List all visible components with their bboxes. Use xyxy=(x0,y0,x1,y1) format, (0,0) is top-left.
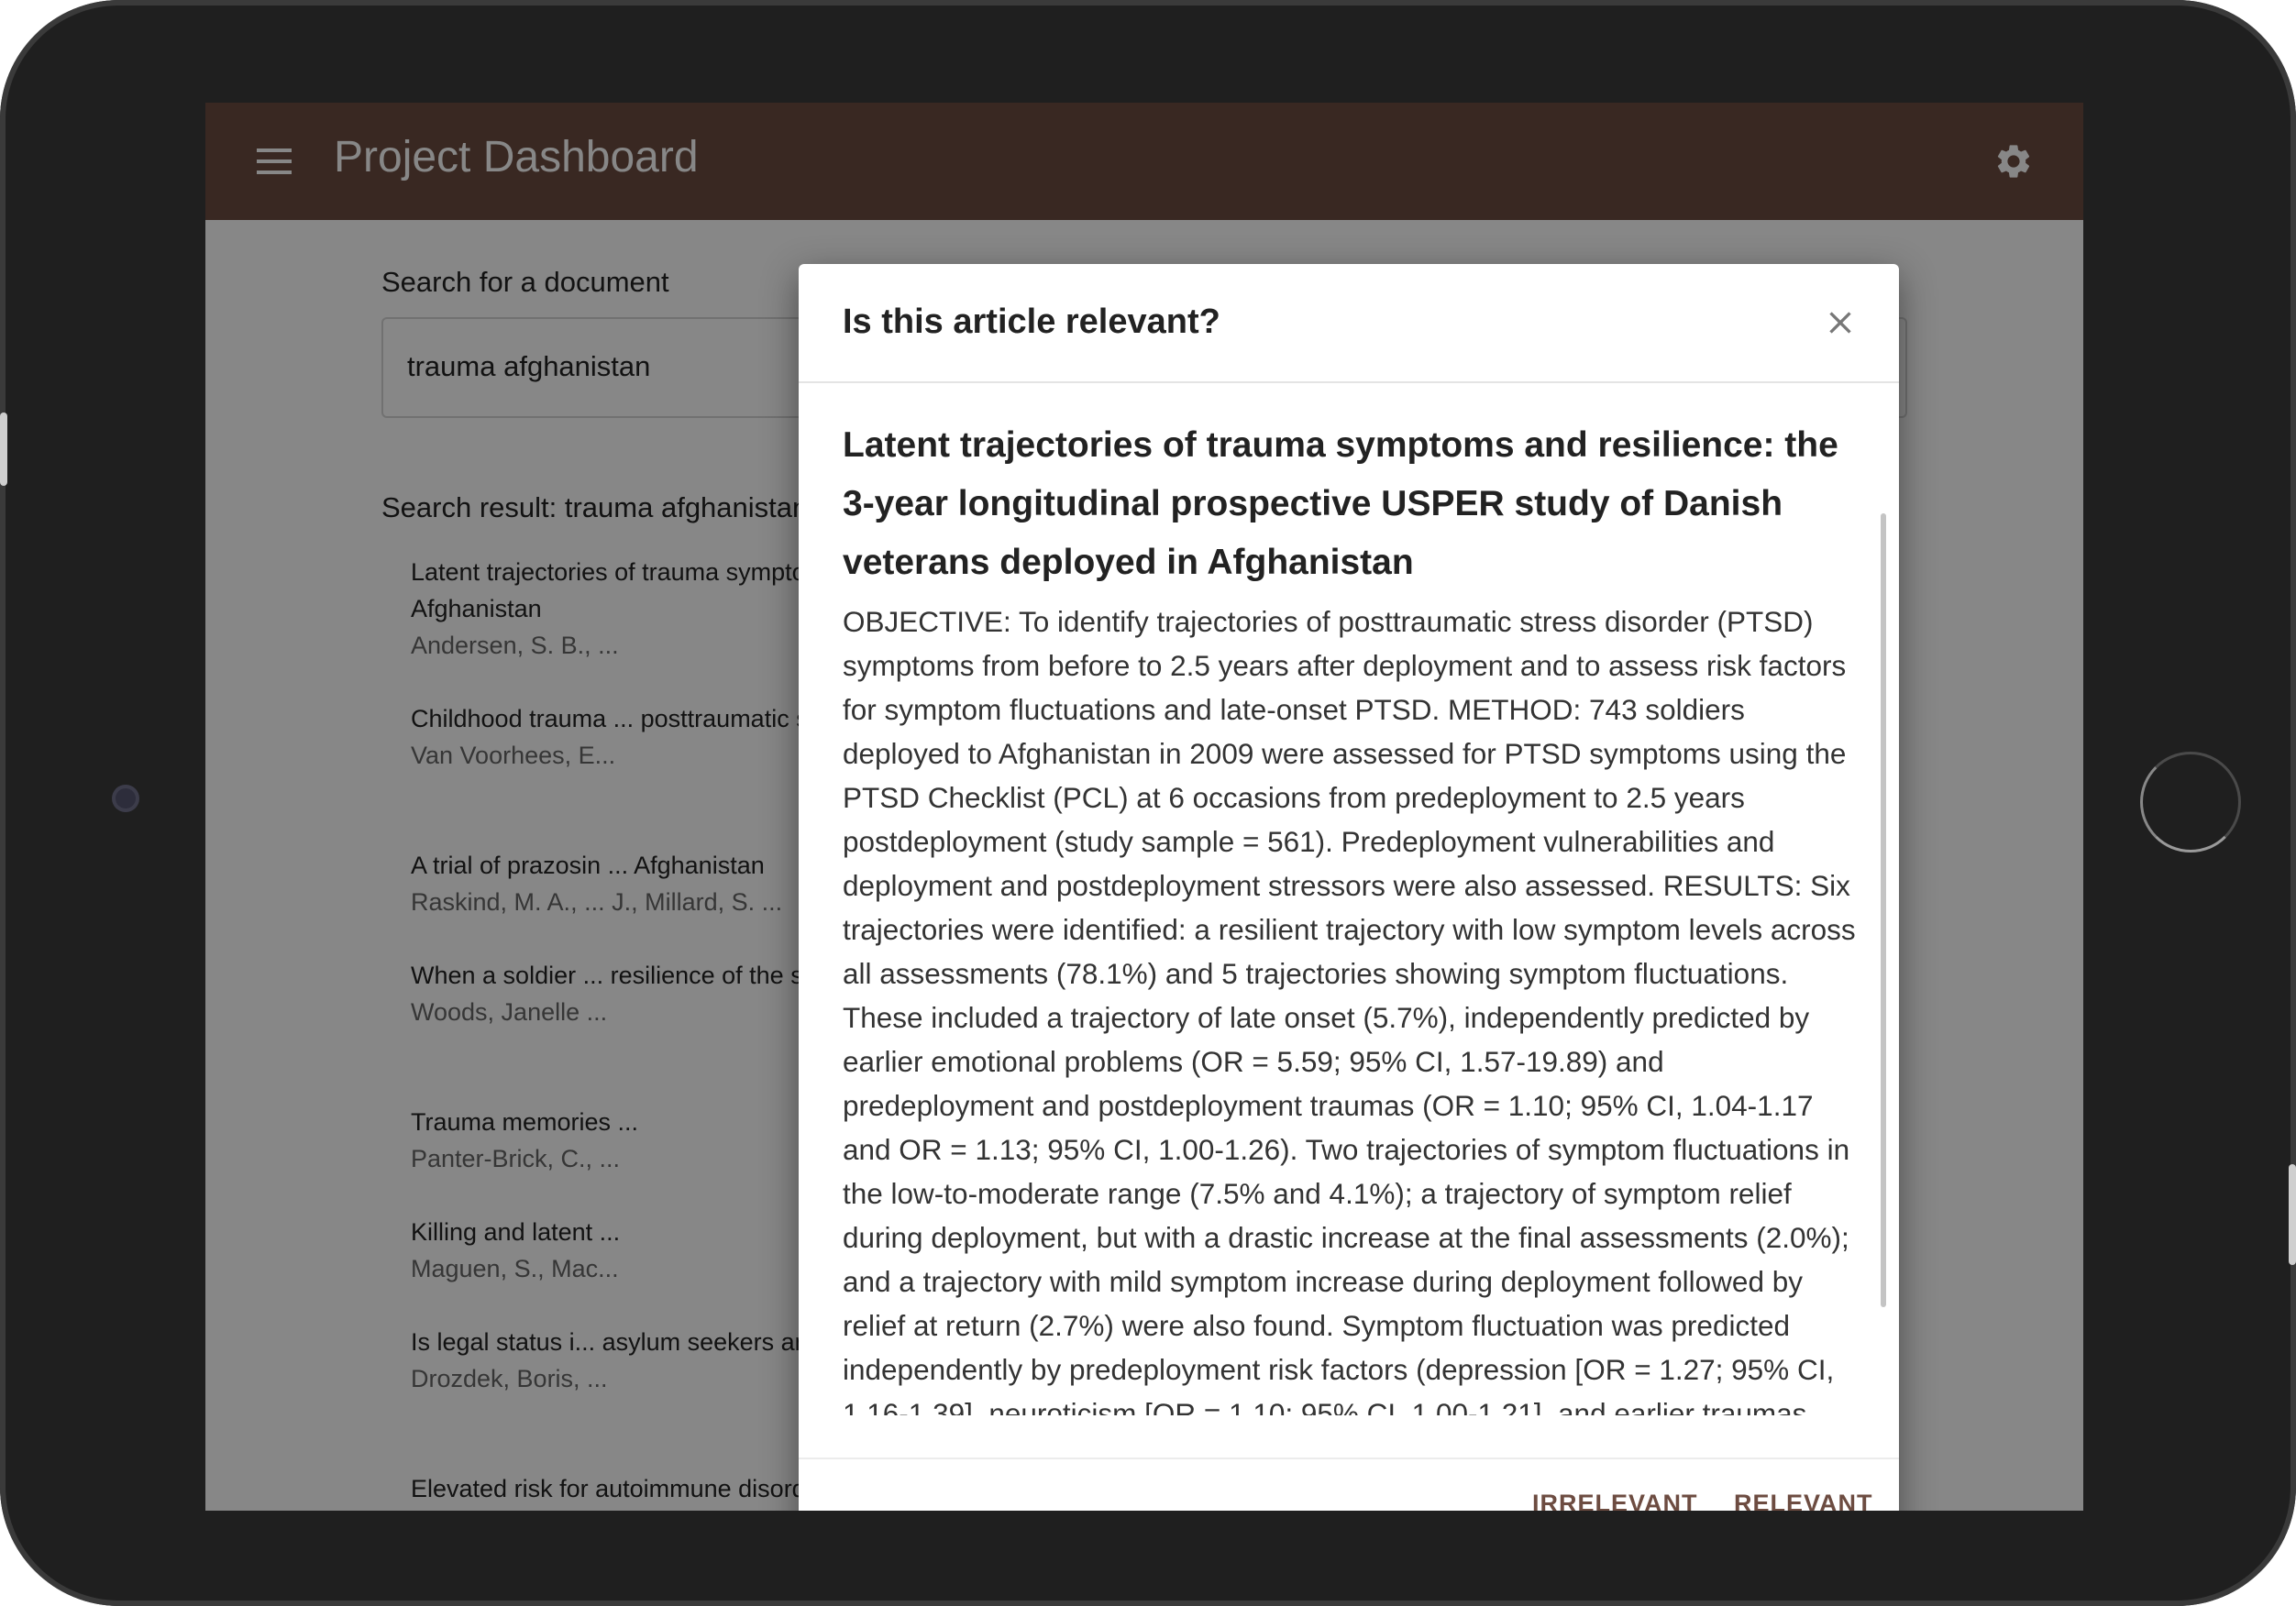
dialog-footer: IRRELEVANT RELEVANT xyxy=(799,1458,1899,1511)
tablet-side-button xyxy=(2289,1164,2296,1265)
tablet-side-button xyxy=(0,412,7,486)
relevant-button[interactable]: RELEVANT xyxy=(1734,1474,1873,1511)
irrelevant-button[interactable]: IRRELEVANT xyxy=(1532,1474,1698,1511)
relevance-dialog: Is this article relevant? Latent traject… xyxy=(799,264,1899,1511)
tablet-frame: Project Dashboard Search for a document … xyxy=(0,0,2296,1606)
article-abstract: OBJECTIVE: To identify trajectories of p… xyxy=(843,605,1856,1415)
dialog-body[interactable]: Latent trajectories of trauma symptoms a… xyxy=(799,385,1899,1415)
close-icon[interactable] xyxy=(1822,304,1859,341)
dialog-header: Is this article relevant? xyxy=(799,264,1899,383)
article-title: Latent trajectories of trauma symptoms a… xyxy=(843,425,1838,582)
dialog-scrollbar[interactable] xyxy=(1881,513,1886,1307)
camera-icon xyxy=(116,788,136,808)
dialog-title: Is this article relevant? xyxy=(843,302,1220,341)
home-button-icon xyxy=(2140,752,2241,852)
screen: Project Dashboard Search for a document … xyxy=(205,103,2083,1511)
